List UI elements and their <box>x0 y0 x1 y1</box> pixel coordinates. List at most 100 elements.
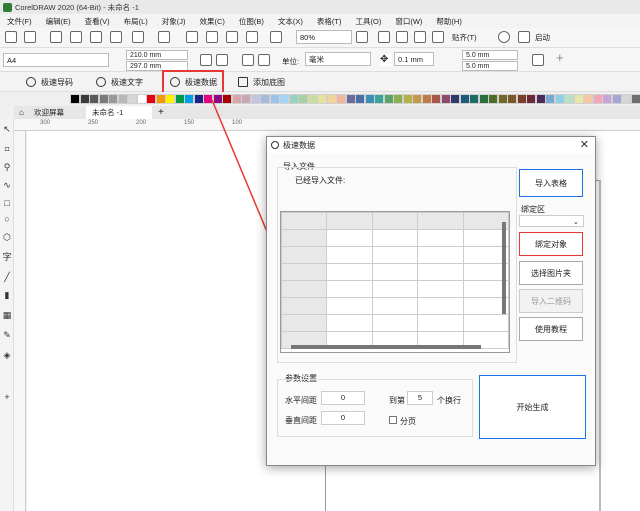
color-swatch[interactable] <box>488 94 498 104</box>
color-swatch[interactable] <box>98 94 109 104</box>
menu-tools[interactable]: 工具(O) <box>349 16 389 27</box>
color-swatch[interactable] <box>450 94 460 104</box>
nudge-distance-field[interactable]: 0.1 mm <box>394 52 434 66</box>
color-swatch[interactable] <box>317 94 327 104</box>
color-swatch[interactable] <box>193 94 204 104</box>
import-icon[interactable] <box>206 31 218 43</box>
rectangle-tool-icon[interactable]: □ <box>2 198 12 208</box>
color-swatch[interactable] <box>535 94 546 104</box>
ellipse-tool-icon[interactable]: ○ <box>2 214 12 224</box>
snap-icon[interactable] <box>432 31 444 43</box>
duplicate-x-field[interactable]: 5.0 mm <box>462 50 518 60</box>
color-swatch[interactable] <box>573 94 584 104</box>
zoom-in-icon[interactable] <box>270 31 282 43</box>
tab-welcome-screen[interactable]: 欢迎屏幕 <box>28 106 70 119</box>
color-swatch[interactable] <box>212 94 223 104</box>
color-swatch[interactable] <box>374 94 384 104</box>
close-icon[interactable]: ✕ <box>580 138 589 151</box>
color-swatch[interactable] <box>231 94 242 104</box>
horizontal-ruler[interactable] <box>14 119 640 131</box>
menu-edit[interactable]: 编辑(E) <box>39 16 78 27</box>
color-swatch[interactable] <box>602 94 612 104</box>
color-swatch[interactable] <box>241 94 251 104</box>
new-document-icon[interactable] <box>5 31 17 43</box>
page-width-field[interactable]: 210.0 mm <box>126 50 188 60</box>
crop-tool-icon[interactable]: ⌗ <box>2 144 12 154</box>
color-swatch[interactable] <box>250 94 261 104</box>
color-swatch[interactable] <box>383 94 394 104</box>
color-swatch[interactable] <box>478 94 489 104</box>
menu-view[interactable]: 查看(V) <box>78 16 117 27</box>
open-folder-icon[interactable] <box>24 31 36 43</box>
vertical-ruler[interactable] <box>14 131 26 511</box>
add-icon[interactable]: + <box>556 50 564 65</box>
vertical-scrollbar[interactable] <box>502 222 506 314</box>
export-pdf-icon[interactable] <box>246 31 258 43</box>
color-swatch[interactable] <box>146 94 156 104</box>
color-swatch[interactable] <box>222 94 232 104</box>
color-swatch[interactable] <box>545 94 555 104</box>
color-swatch[interactable] <box>174 94 185 104</box>
pick-tool-icon[interactable]: ↖ <box>2 124 12 134</box>
rulers-icon[interactable] <box>378 31 390 43</box>
menu-bitmap[interactable]: 位图(B) <box>232 16 271 27</box>
color-swatch[interactable] <box>79 94 90 104</box>
menu-table[interactable]: 表格(T) <box>310 16 349 27</box>
color-swatch[interactable] <box>260 94 270 104</box>
import-qrcode-button[interactable]: 导入二维码 <box>519 289 583 313</box>
color-swatch[interactable] <box>345 94 356 104</box>
menu-object[interactable]: 对象(J) <box>155 16 193 27</box>
current-page-icon[interactable] <box>258 54 270 66</box>
color-swatch[interactable] <box>307 94 318 104</box>
portrait-icon[interactable] <box>200 54 212 66</box>
horizontal-scrollbar[interactable] <box>291 345 481 349</box>
color-swatch[interactable] <box>402 94 413 104</box>
grid-icon[interactable] <box>396 31 408 43</box>
v-spacing-input[interactable]: 0 <box>321 411 365 425</box>
units-select[interactable]: 毫米 <box>305 52 371 66</box>
shadow-tool-icon[interactable]: ▮ <box>2 290 12 300</box>
import-table-button[interactable]: 导入表格 <box>519 169 583 197</box>
color-swatch[interactable] <box>583 94 593 104</box>
color-swatch[interactable] <box>165 94 175 104</box>
color-swatch[interactable] <box>203 94 213 104</box>
wrap-count-input[interactable]: 5 <box>407 391 433 405</box>
launch-icon[interactable] <box>518 31 530 43</box>
color-swatch[interactable] <box>117 94 128 104</box>
options-gear-icon[interactable] <box>498 31 510 43</box>
download-cloud-icon[interactable] <box>90 31 102 43</box>
color-swatch[interactable] <box>412 94 422 104</box>
tab-document[interactable]: 未命名 -1 <box>86 106 152 119</box>
color-swatch[interactable] <box>89 94 99 104</box>
upload-cloud-icon[interactable] <box>70 31 82 43</box>
color-swatch[interactable] <box>630 94 640 104</box>
launch-dropdown[interactable]: 启动 <box>535 32 550 43</box>
color-swatch[interactable] <box>155 94 166 104</box>
polygon-tool-icon[interactable]: ⬡ <box>2 232 12 242</box>
menu-effects[interactable]: 效果(C) <box>193 16 232 27</box>
color-swatch[interactable] <box>269 94 280 104</box>
add-background-button[interactable]: 添加底图 <box>238 75 285 89</box>
landscape-icon[interactable] <box>216 54 228 66</box>
color-swatch[interactable] <box>336 94 346 104</box>
color-swatch[interactable] <box>497 94 508 104</box>
h-spacing-input[interactable]: 0 <box>321 391 365 405</box>
color-swatch[interactable] <box>393 94 403 104</box>
undo-icon[interactable] <box>132 31 144 43</box>
color-swatch[interactable] <box>279 94 289 104</box>
color-swatch[interactable] <box>127 94 137 104</box>
color-swatch[interactable] <box>459 94 470 104</box>
redo-icon[interactable] <box>158 31 170 43</box>
menu-layout[interactable]: 布局(L) <box>117 16 155 27</box>
home-icon[interactable]: ⌂ <box>19 108 24 117</box>
color-swatch[interactable] <box>469 94 479 104</box>
fast-barcode-button[interactable]: 极速导码 <box>26 75 73 89</box>
fast-text-button[interactable]: 极速文字 <box>96 75 143 89</box>
color-swatch[interactable] <box>298 94 308 104</box>
paging-checkbox[interactable] <box>389 416 397 424</box>
color-swatch[interactable] <box>564 94 574 104</box>
color-swatch[interactable] <box>526 94 536 104</box>
duplicate-y-field[interactable]: 5.0 mm <box>462 61 518 71</box>
menu-text[interactable]: 文本(X) <box>271 16 310 27</box>
color-swatch[interactable] <box>440 94 451 104</box>
